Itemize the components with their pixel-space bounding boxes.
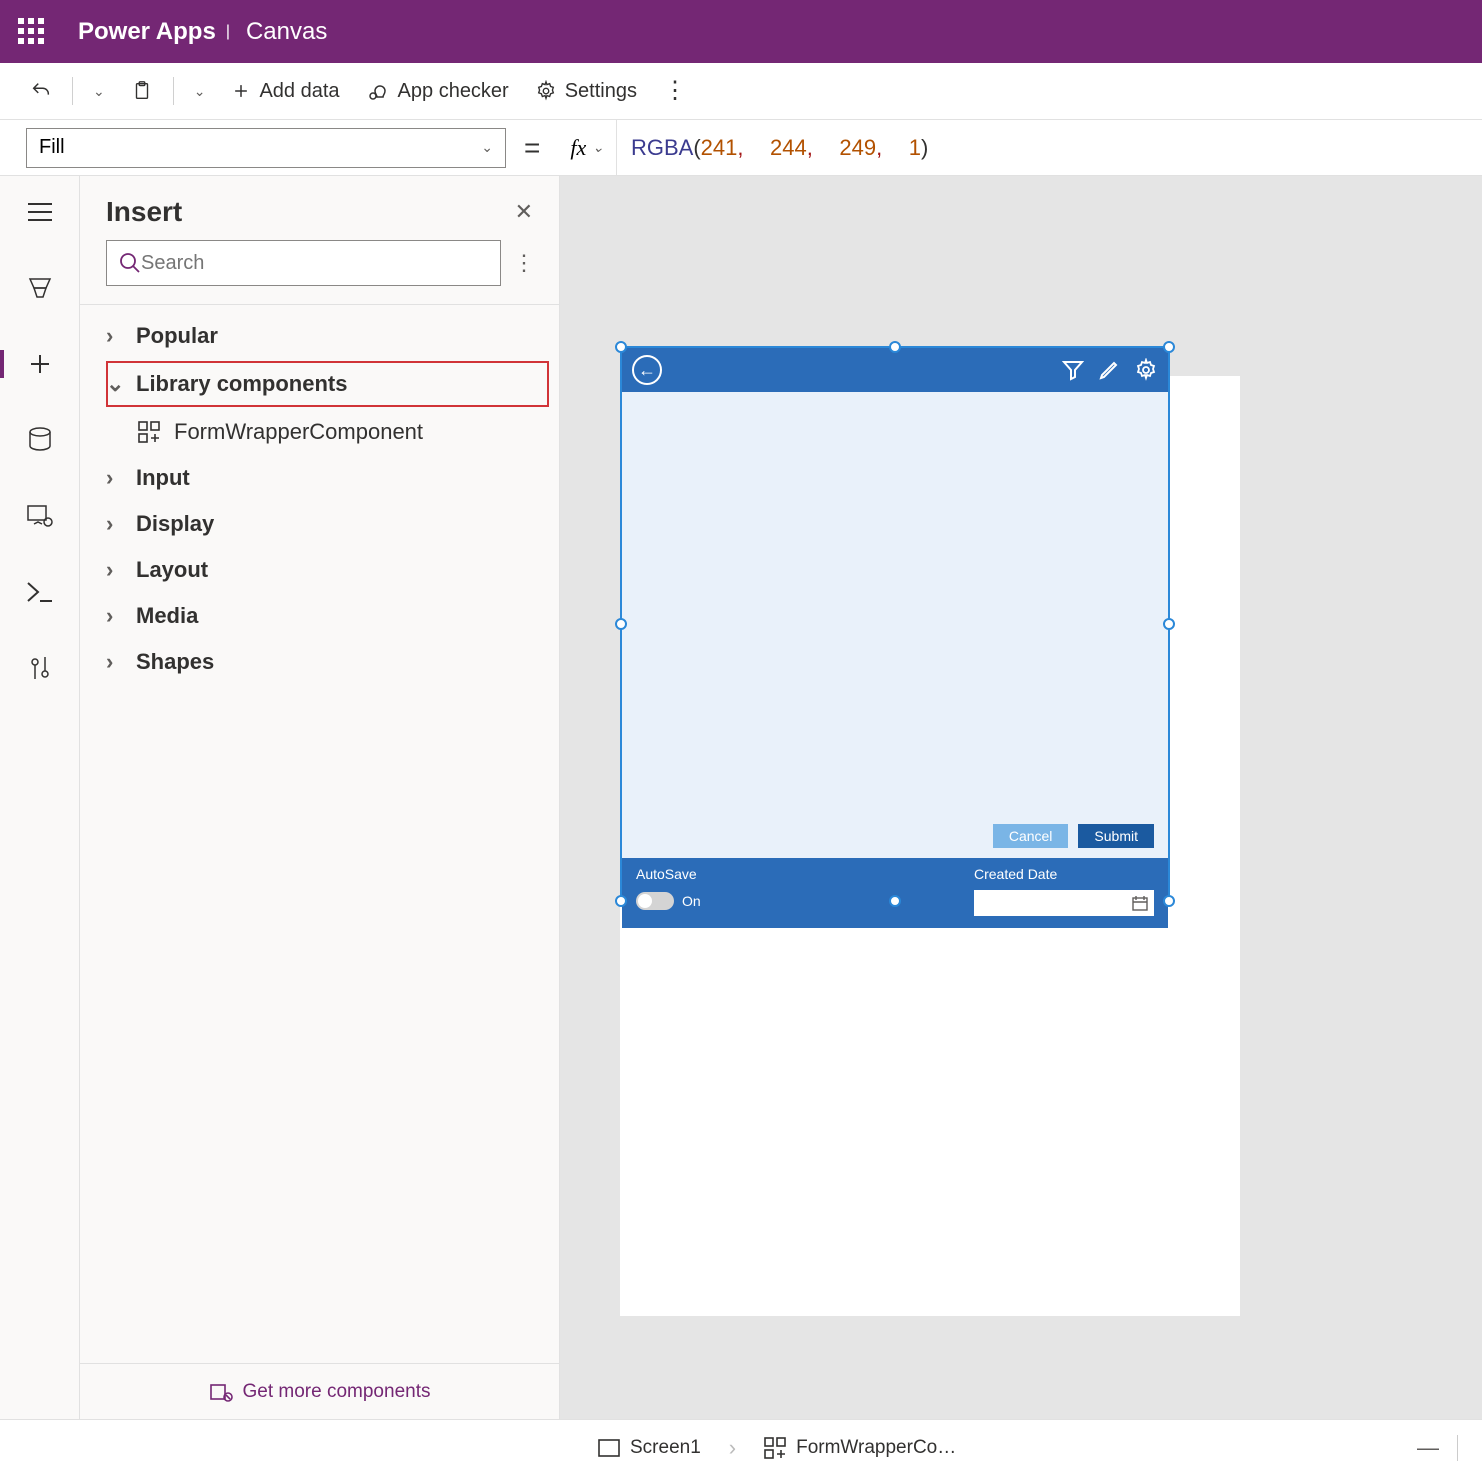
separator [173,77,174,105]
chevron-right-icon: › [106,557,124,583]
left-rail [0,176,80,1419]
item-form-wrapper-component[interactable]: FormWrapperComponent [80,409,559,455]
chevron-right-icon: › [106,603,124,629]
cancel-button[interactable]: Cancel [993,824,1069,848]
search-input[interactable] [141,252,488,275]
breadcrumb: Screen1 › FormWrapperCo… [584,1431,970,1465]
status-bar: Screen1 › FormWrapperCo… — [0,1419,1482,1475]
close-icon[interactable]: ✕ [515,199,533,225]
formula-input[interactable]: RGBA(241, 244, 249, 1) [617,135,942,161]
autosave-toggle[interactable] [636,892,674,910]
search-icon [119,252,141,274]
gear-icon[interactable] [1134,358,1158,382]
chevron-right-icon: › [106,511,124,537]
chevron-right-icon: › [729,1435,736,1461]
rail-advanced[interactable] [18,574,62,610]
add-data-button[interactable]: Add data [221,74,349,109]
undo-button[interactable] [20,74,62,108]
formula-fn: RGBA [631,135,693,160]
category-media[interactable]: › Media [80,593,559,639]
chevron-right-icon: › [106,649,124,675]
component-icon [764,1437,786,1459]
created-date-section: Created Date [974,866,1154,920]
screen-icon [598,1439,620,1457]
category-library-components[interactable]: ⌄ Library components [106,361,549,407]
panel-title: Insert [106,196,182,228]
app-launcher-icon[interactable] [18,18,46,46]
title-divider: | [226,23,230,41]
edit-icon[interactable] [1098,359,1120,381]
rail-media[interactable] [18,498,62,534]
fx-button[interactable]: fx⌄ [558,120,617,175]
app-checker-label: App checker [398,80,509,103]
panel-overflow[interactable]: ⋮ [513,250,533,276]
category-input[interactable]: › Input [80,455,559,501]
canvas[interactable]: ← Cancel Submit [560,176,1482,1419]
equals-sign: = [506,132,558,164]
undo-dropdown[interactable]: ⌄ [83,77,115,106]
property-name: Fill [39,136,65,159]
zoom-controls: — [1417,1435,1458,1461]
autosave-label: AutoSave [636,866,701,882]
chevron-right-icon: › [106,323,124,349]
components-icon [209,1381,233,1403]
created-date-label: Created Date [974,866,1154,882]
rail-hamburger[interactable] [18,194,62,230]
property-selector[interactable]: Fill ⌄ [26,128,506,168]
autosave-section: AutoSave On [636,866,701,920]
app-header: Power Apps | Canvas [0,0,1482,63]
category-shapes[interactable]: › Shapes [80,639,559,685]
app-section: Canvas [246,18,327,46]
category-display[interactable]: › Display [80,501,559,547]
command-bar: ⌄ ⌄ Add data App checker Settings ⋮ [0,63,1482,120]
overflow-button[interactable]: ⋮ [653,80,697,102]
submit-button[interactable]: Submit [1078,824,1154,848]
add-data-label: Add data [259,80,339,103]
rail-tools[interactable] [18,650,62,686]
paste-button[interactable] [121,73,163,109]
get-more-components-link[interactable]: Get more components [80,1363,559,1419]
insert-tree: › Popular ⌄ Library components FormWrapp… [80,305,559,693]
rail-data[interactable] [18,422,62,458]
settings-button[interactable]: Settings [525,74,647,109]
settings-label: Settings [565,80,637,103]
component-toolbar: ← [622,348,1168,392]
chevron-down-icon: ⌄ [481,139,493,156]
paste-dropdown[interactable]: ⌄ [184,77,216,106]
category-layout[interactable]: › Layout [80,547,559,593]
zoom-out-button[interactable]: — [1417,1435,1439,1461]
filter-icon[interactable] [1062,359,1084,381]
back-icon[interactable]: ← [632,355,662,385]
autosave-state: On [682,893,701,909]
search-input-wrapper[interactable] [106,240,501,286]
category-popular[interactable]: › Popular [80,313,559,359]
separator [72,77,73,105]
form-wrapper-component-instance[interactable]: ← Cancel Submit [620,346,1170,902]
formula-bar: Fill ⌄ = fx⌄ RGBA(241, 244, 249, 1) [0,120,1482,176]
zoom-divider [1457,1435,1458,1461]
chevron-down-icon: ⌄ [106,371,124,397]
rail-tree-view[interactable] [18,270,62,306]
insert-panel: Insert ✕ ⋮ › Popular ⌄ Library component… [80,176,560,1419]
component-icon [138,421,160,443]
app-checker-button[interactable]: App checker [356,73,519,109]
calendar-icon [1132,895,1148,911]
app-title: Power Apps [78,18,216,46]
created-date-input[interactable] [974,890,1154,916]
chevron-right-icon: › [106,465,124,491]
breadcrumb-component[interactable]: FormWrapperCo… [750,1431,970,1465]
rail-insert[interactable] [18,346,62,382]
breadcrumb-screen[interactable]: Screen1 [584,1431,715,1465]
